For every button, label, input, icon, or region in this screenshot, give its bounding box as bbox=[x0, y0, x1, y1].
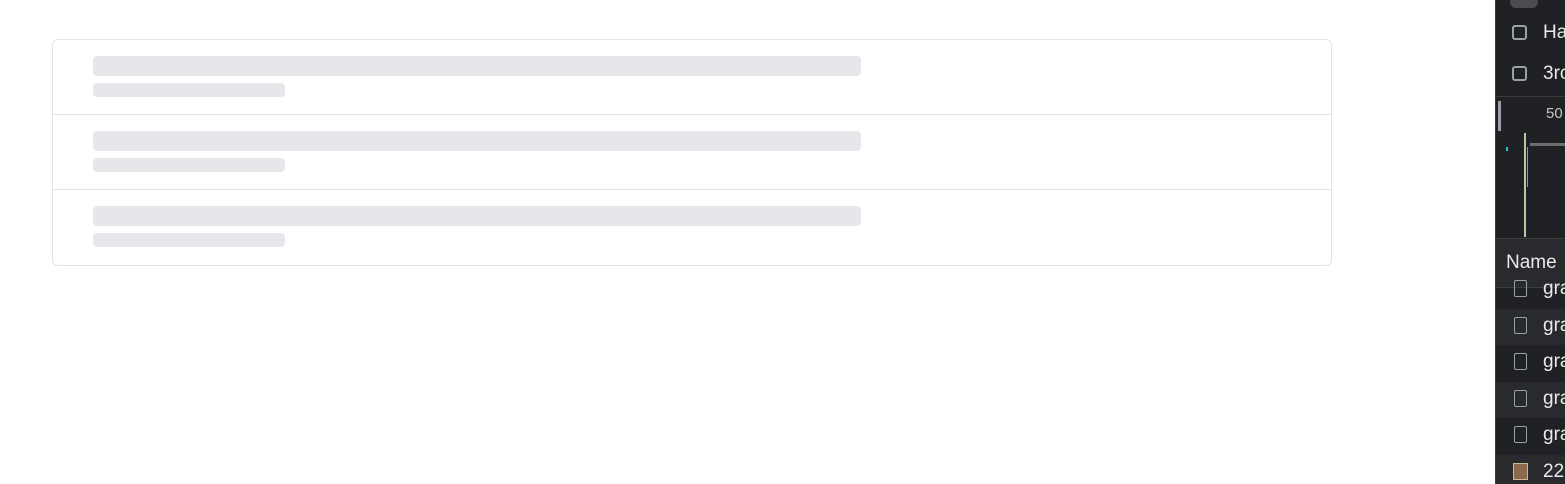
skeleton-title-placeholder bbox=[93, 206, 861, 226]
document-icon bbox=[1514, 426, 1527, 444]
page: Ha 3rc 50 Name gra gra bbox=[0, 0, 1565, 484]
document-icon bbox=[1514, 280, 1527, 297]
filter-option[interactable]: 3rc bbox=[1496, 54, 1565, 94]
request-row[interactable]: gra bbox=[1496, 272, 1565, 309]
timeline-mark bbox=[1524, 133, 1526, 237]
skeleton-subtitle-placeholder bbox=[93, 233, 285, 247]
request-name: gra bbox=[1543, 387, 1565, 409]
document-icon bbox=[1514, 389, 1527, 407]
skeleton-row bbox=[53, 190, 1331, 264]
request-name: gra bbox=[1543, 314, 1565, 336]
request-name: gra bbox=[1543, 351, 1565, 373]
skeleton-row bbox=[53, 115, 1331, 190]
timeline-mark bbox=[1506, 147, 1508, 151]
skeleton-row bbox=[53, 40, 1331, 115]
filter-option[interactable]: Ha bbox=[1496, 13, 1565, 53]
checkbox[interactable] bbox=[1512, 25, 1527, 40]
request-name: 22 bbox=[1543, 460, 1565, 482]
skeleton-list bbox=[52, 39, 1332, 266]
document-icon bbox=[1514, 316, 1527, 334]
overview-tick-label: 50 bbox=[1546, 105, 1563, 122]
request-row[interactable]: gra bbox=[1496, 381, 1565, 419]
request-name: gra bbox=[1543, 424, 1565, 446]
request-row[interactable]: gra bbox=[1496, 418, 1565, 455]
document-icon bbox=[1514, 353, 1527, 371]
request-row[interactable]: gra bbox=[1496, 308, 1565, 346]
column-header-name[interactable]: Name bbox=[1506, 252, 1557, 274]
skeleton-title-placeholder bbox=[93, 131, 861, 151]
devtools-toolbar-button[interactable] bbox=[1510, 0, 1538, 8]
request-row[interactable]: 22 bbox=[1496, 454, 1565, 484]
image-icon bbox=[1513, 462, 1528, 480]
checkbox[interactable] bbox=[1512, 66, 1527, 81]
skeleton-subtitle-placeholder bbox=[93, 83, 285, 97]
skeleton-subtitle-placeholder bbox=[93, 158, 285, 172]
network-overview-timeline[interactable]: 50 bbox=[1496, 96, 1565, 239]
timeline-mark bbox=[1530, 143, 1565, 146]
request-row[interactable]: gra bbox=[1496, 345, 1565, 382]
request-list: gra gra gra gra gra 22 bbox=[1496, 272, 1565, 484]
devtools-network-panel: Ha 3rc 50 Name gra gra bbox=[1495, 0, 1565, 484]
request-name: gra bbox=[1543, 278, 1565, 299]
filter-label: Ha bbox=[1543, 22, 1565, 43]
skeleton-title-placeholder bbox=[93, 56, 861, 76]
overview-range-handle[interactable] bbox=[1498, 101, 1501, 131]
timeline-mark bbox=[1527, 147, 1528, 187]
filter-label: 3rc bbox=[1543, 63, 1565, 84]
